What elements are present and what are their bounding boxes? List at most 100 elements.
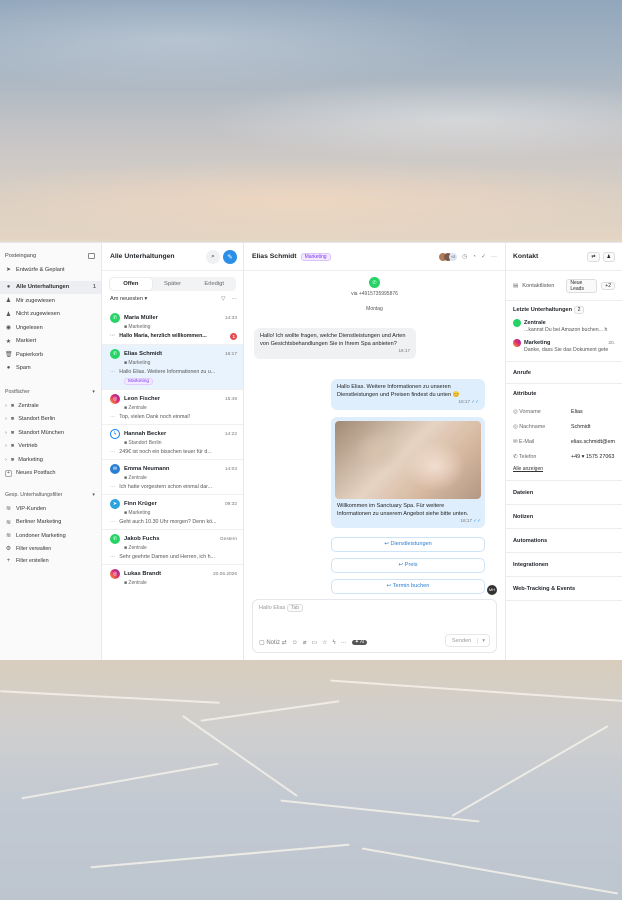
more-icon[interactable]: ··· — [341, 640, 347, 646]
conversation-item[interactable]: ◎ Lukas Brandt 20.06.2026 ■ Zentrale — [102, 565, 243, 590]
filter-london-marketing[interactable]: ≋ Londoner Marketing — [0, 529, 101, 543]
bolt-icon[interactable]: ϟ — [333, 640, 336, 646]
tab-open[interactable]: Offen — [110, 278, 152, 290]
sidebar-item-all-conversations[interactable]: ● Alle Unterhaltungen 1 — [0, 280, 101, 294]
manage-filters-button[interactable]: ⚙ Filter verwalten — [0, 543, 101, 555]
sidebar-item-starred[interactable]: ★ Markiert — [0, 335, 101, 349]
snooze-icon[interactable]: ◔ — [472, 254, 476, 260]
whatsapp-icon: ✆ — [369, 277, 380, 288]
filter-icon[interactable]: ▽ — [221, 296, 225, 302]
section-title: Automations — [513, 537, 548, 544]
section-automations[interactable]: Automations — [506, 529, 622, 553]
attachment-icon[interactable]: ⌀ — [303, 639, 307, 646]
send-button[interactable]: Senden ▾ — [444, 634, 490, 647]
template-icon[interactable]: ▭ — [311, 639, 317, 646]
compose-icon[interactable]: ✎ — [223, 249, 237, 264]
more-icon[interactable]: ··· — [231, 296, 237, 302]
clock-icon[interactable]: ◷ — [462, 253, 467, 260]
compose-input[interactable]: Hallo Elias Tab — [253, 600, 496, 616]
phone-icon: ✆ — [513, 453, 518, 460]
sidebar-folder-vertrieb[interactable]: › ■ Vertrieb — [0, 440, 101, 454]
conversation-item-selected[interactable]: ✆ Elias Schmidt 16:17 ■ Marketing ··· Hallo… — [102, 345, 243, 390]
user-icon: ♟ — [5, 298, 12, 305]
quick-reply-booking[interactable]: ↩ Termin buchen — [331, 579, 485, 594]
tab-later[interactable]: Später — [152, 278, 194, 290]
new-inbox-button[interactable]: + Neues Postfach — [0, 467, 101, 481]
manage-filters-label: Filter verwalten — [16, 545, 52, 552]
plus-icon: + — [6, 557, 11, 564]
message-time-row: 16:17 ✓✓ — [337, 399, 479, 405]
sidebar-item-unassigned[interactable]: ♟ Nicht zugewiesen — [0, 308, 101, 322]
conversation-item[interactable]: ✉ Emma Neumann 14:03 ■ Zentrale ··· Ich hat… — [102, 460, 243, 495]
star-icon[interactable]: ☆ — [322, 639, 327, 646]
note-toggle[interactable]: ▢ Notiz ⇄ — [259, 639, 287, 646]
note-icon: ▢ — [259, 640, 265, 646]
sidebar-folder-marketing[interactable]: › ■ Marketing — [0, 453, 101, 467]
section-files[interactable]: Dateien — [506, 481, 622, 505]
section-notes[interactable]: Notizen — [506, 505, 622, 529]
conversation-item[interactable]: ϟ Hannah Becker 14:22 ■ Standort Berlin ··… — [102, 425, 243, 460]
assignee-avatars[interactable]: +2 — [439, 252, 458, 261]
conversation-item[interactable]: ✆ Jakob Fuchs Gestern ■ Zentrale ··· Sehr g… — [102, 530, 243, 565]
mail-icon: ✉ — [513, 438, 518, 445]
filter-vip[interactable]: ≋ VIP-Kunden — [0, 502, 101, 516]
attr-row[interactable]: ◎ Vorname Elias — [506, 404, 622, 419]
quick-reply-price[interactable]: ↩ Preis — [331, 558, 485, 573]
star-icon: ★ — [5, 338, 12, 345]
tab-done[interactable]: Erledigt — [193, 278, 235, 290]
search-icon[interactable]: ⌕ — [206, 249, 220, 264]
sidebar-folder-muenchen[interactable]: › ■ Standort München — [0, 426, 101, 440]
sidebar-item-unread[interactable]: ◉ Ungelesen — [0, 321, 101, 335]
sidebar-item-spam[interactable]: ● Spam — [0, 362, 101, 376]
saved-filters-section[interactable]: Gesp. Unterhaltungsfilter ▾ — [0, 488, 101, 502]
trash-icon: 🗑 — [5, 352, 13, 359]
conversation-item[interactable]: ➤ Finn Krüger 09:32 ■ Marketing ··· Geht au… — [102, 495, 243, 530]
section-attributes[interactable]: Attribute — [506, 384, 622, 404]
folder-icon: ■ — [124, 545, 128, 551]
section-web-tracking[interactable]: Web-Tracking & Events — [506, 577, 622, 601]
attributes-section: Attribute ◎ Vorname Elias ◎ Nachname Schmi… — [506, 384, 622, 481]
conversation-item[interactable]: ◎ Leon Fischer 15:49 ■ Zentrale ··· Top, vi… — [102, 390, 243, 425]
chevron-down-icon[interactable]: ▾ — [477, 637, 489, 644]
sort-dropdown[interactable]: Am neuesten ▾ — [110, 296, 147, 302]
list-more-chip[interactable]: +2 — [601, 281, 615, 290]
show-all-link[interactable]: Alle anzeigen — [506, 464, 622, 474]
folder-icon: ■ — [10, 402, 15, 409]
sidebar-item-trash[interactable]: 🗑 Papierkorb — [0, 348, 101, 362]
check-icon[interactable]: ✓ — [481, 253, 486, 260]
section-calls[interactable]: Anrufe — [506, 362, 622, 384]
conversation-item[interactable]: ✆ Maria Müller 14:33 ■ Marketing ··· Hallo … — [102, 307, 243, 345]
chevron-right-icon: › — [5, 456, 7, 463]
attr-row[interactable]: ✉ E-Mail elias.schmidt@em — [506, 434, 622, 449]
chat-icon: ● — [6, 284, 11, 291]
more-icon[interactable]: ··· — [491, 254, 497, 260]
list-chip[interactable]: Neue Leads — [566, 278, 598, 293]
conversation-folder: Zentrale — [128, 545, 147, 551]
ai-button[interactable]: ✦ AI — [351, 640, 368, 645]
sidebar-item-assigned[interactable]: ♟ Mir zugewiesen — [0, 294, 101, 308]
new-inbox-label: Neues Postfach — [16, 470, 56, 477]
app-window: Posteingang ➤ Entwürfe & Geplant ● Alle Un… — [0, 242, 622, 660]
chat-tag[interactable]: Marketing — [300, 252, 331, 261]
section-integrations[interactable]: Integrationen — [506, 553, 622, 577]
quick-reply-services[interactable]: ↩ Dienstleistungen — [331, 537, 485, 552]
layers-icon: ≋ — [5, 506, 12, 513]
user-icon[interactable]: ♟ — [602, 251, 615, 262]
sidebar-header: Posteingang — [0, 249, 101, 263]
attr-row[interactable]: ✆ Telefon +49 ▾ 1575 27063 — [506, 449, 622, 464]
attr-row[interactable]: ◎ Nachname Schmidt — [506, 419, 622, 434]
recent-item[interactable]: Zentrale ...kannst Du bei Amazon buchen.… — [513, 319, 615, 333]
swap-icon[interactable]: ⇄ — [587, 251, 600, 262]
sidebar-folder-zentrale[interactable]: › ■ Zentrale — [0, 399, 101, 413]
sidebar-folder-berlin[interactable]: › ■ Standort Berlin — [0, 413, 101, 427]
inboxes-section[interactable]: Postfächer ▾ — [0, 385, 101, 399]
sidebar-item-drafts[interactable]: ➤ Entwürfe & Geplant — [0, 263, 101, 277]
send-label: Senden — [451, 637, 472, 644]
sidebar-toggle-icon[interactable] — [88, 253, 95, 259]
filter-berlin-marketing[interactable]: ≋ Berliner Marketing — [0, 516, 101, 530]
conversation-name: Emma Neumann — [124, 466, 170, 472]
emoji-icon[interactable]: ☺ — [292, 640, 298, 646]
recent-conversations: Letzte Unterhaltungen 2 Zentrale ...kann… — [506, 301, 622, 362]
create-filter-button[interactable]: + Filter erstellen — [0, 555, 101, 567]
recent-item[interactable]: Marketing 20. Danke, dass Sie das Dokumen… — [513, 339, 615, 353]
